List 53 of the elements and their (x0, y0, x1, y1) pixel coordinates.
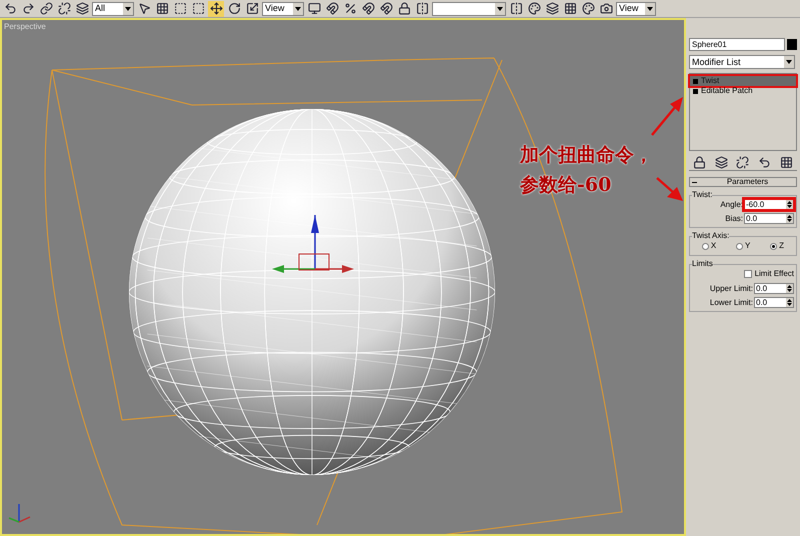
select-icon[interactable] (138, 2, 150, 15)
lower-limit-spinner[interactable]: 0.0 (754, 297, 794, 308)
twist-group: Twist: Angle: -60.0 Bias: 0.0 (689, 191, 797, 228)
selection-filter-dropdown[interactable]: All (92, 2, 134, 16)
layers-icon[interactable] (546, 2, 558, 15)
view-dropdown[interactable]: View (616, 2, 656, 16)
modifier-stack-item[interactable]: Editable Patch (690, 86, 796, 96)
annotation-text: 加个扭曲命令， (520, 143, 653, 168)
lock-icon[interactable] (398, 2, 410, 15)
unlink-icon[interactable] (58, 2, 70, 15)
axis-tripod-icon (8, 504, 30, 523)
axis-radio[interactable]: X (702, 240, 716, 252)
coordinate-system-dropdown[interactable]: View (262, 2, 304, 16)
percent-snap-icon[interactable] (344, 2, 356, 15)
parameters-rollout-header[interactable]: Parameters (689, 177, 797, 187)
axis-radio[interactable]: Z (770, 240, 784, 252)
move-icon[interactable] (210, 2, 222, 15)
caret-icon (784, 56, 794, 68)
limits-group: Limits Limit Effect Upper Limit: 0.0 Lower Limit: 0.0 (689, 260, 797, 312)
named-selection-dropdown[interactable] (432, 2, 506, 16)
spinner-icon[interactable] (786, 200, 793, 209)
undo-icon[interactable] (4, 2, 16, 15)
spinner-icon[interactable] (786, 284, 793, 293)
angle-spinner[interactable]: -60.0 (744, 199, 794, 210)
transform-gizmo-icon (272, 215, 354, 273)
caret-icon (293, 2, 303, 14)
field-label: Upper Limit: (710, 284, 753, 292)
axis-radio[interactable]: Y (736, 240, 750, 252)
spinner-icon[interactable] (786, 298, 793, 307)
selection-region-icon[interactable] (174, 2, 186, 15)
caret-icon (645, 2, 655, 14)
twist-axis-group: Twist Axis: X Y Z (689, 232, 797, 256)
modifier-stack-item[interactable]: Twist (690, 76, 796, 86)
field-label: Bias: (725, 214, 743, 222)
callout-arrow-icon (656, 177, 683, 201)
scale-icon[interactable] (246, 2, 258, 15)
limit-effect-checkbox[interactable]: Limit Effect (744, 268, 794, 280)
object-color-swatch[interactable] (787, 39, 797, 50)
link-icon[interactable] (40, 2, 52, 15)
snap-icon[interactable] (326, 2, 338, 15)
field-label: Lower Limit: (710, 298, 753, 306)
rotate-icon[interactable] (228, 2, 240, 15)
bias-spinner[interactable]: 0.0 (744, 213, 794, 224)
callout-arrow-icon (651, 97, 683, 136)
modifier-list-dropdown[interactable]: Modifier List (689, 55, 795, 69)
field-label: Angle: (720, 200, 743, 208)
caret-icon (123, 2, 133, 14)
viewport-label: Perspective (4, 21, 46, 33)
spinner-icon[interactable] (786, 214, 793, 223)
caret-icon (495, 2, 505, 14)
upper-limit-spinner[interactable]: 0.0 (754, 283, 794, 294)
object-name-field[interactable]: Sphere01 (689, 38, 785, 51)
redo-icon[interactable] (22, 2, 34, 15)
